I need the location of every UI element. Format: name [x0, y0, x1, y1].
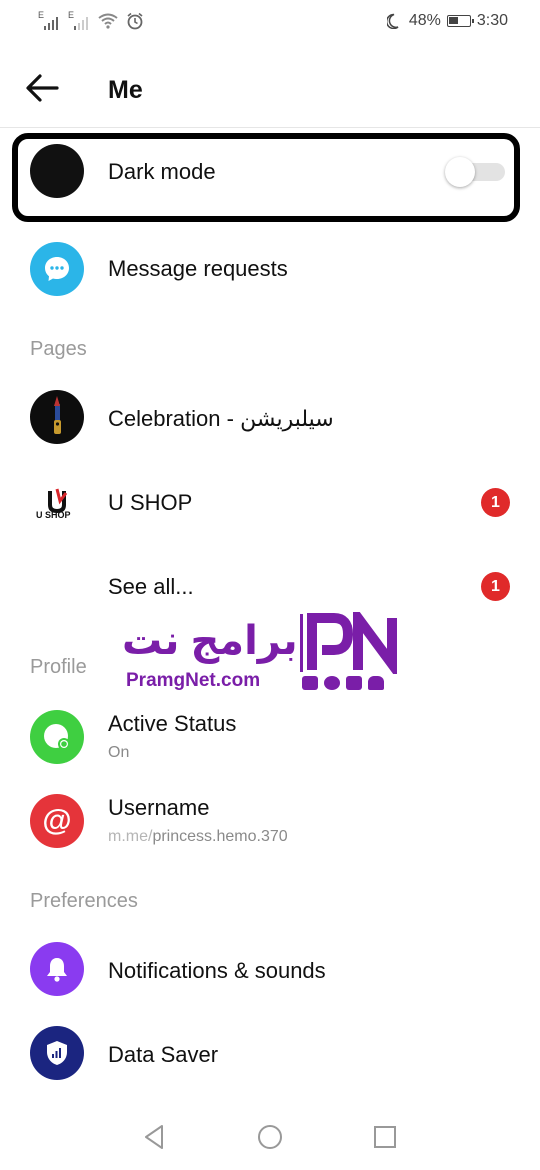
battery-icon — [446, 15, 474, 27]
gamepad-icon — [302, 676, 318, 690]
watermark-url-text: PramgNet.com — [126, 670, 261, 691]
section-header-pages: Pages — [30, 338, 87, 360]
nav-home-icon[interactable] — [255, 1122, 285, 1152]
u-shop-logo-text: U SHOP — [36, 510, 71, 520]
signal-icon: E — [68, 10, 90, 30]
message-requests-row[interactable]: Message requests — [0, 236, 540, 306]
wifi-icon — [98, 13, 118, 29]
active-status-label: Active Status — [108, 711, 237, 736]
watermark: برامج نت PramgNet.com — [122, 612, 412, 698]
see-all-row[interactable]: See all... 1 — [0, 556, 540, 616]
page-item-celebration[interactable]: Celebration - سيلبريشن — [0, 388, 540, 448]
watermark-arabic-text: برامج نت — [122, 619, 298, 663]
watermark-logo — [300, 612, 397, 674]
shield-icon — [30, 1026, 84, 1080]
dark-mode-toggle[interactable] — [445, 157, 507, 187]
system-nav-bar — [0, 1108, 540, 1170]
message-requests-label: Message requests — [108, 256, 288, 281]
username-handle: princess.hemo.370 — [152, 828, 288, 845]
chat-bubble-icon — [30, 242, 84, 296]
username-value: m.me/princess.hemo.370 — [108, 828, 288, 846]
active-status-value: On — [108, 744, 130, 761]
clock: 3:30 — [476, 12, 508, 29]
section-header-preferences: Preferences — [30, 890, 138, 912]
active-status-icon — [30, 710, 84, 764]
u-shop-logo — [30, 475, 84, 529]
signal-icon: E — [38, 10, 60, 30]
nav-back-icon[interactable] — [140, 1122, 170, 1152]
page-name: Celebration - سيلبريشن — [108, 406, 334, 431]
bell-icon — [30, 942, 84, 996]
page-item-u-shop[interactable]: U SHOP U SHOP 1 — [0, 472, 540, 532]
page-name: U SHOP — [108, 490, 193, 515]
active-status-row[interactable]: Active Status On — [0, 706, 540, 774]
moon-icon — [30, 144, 84, 198]
alarm-icon — [127, 12, 143, 30]
battery-percentage: 48% — [408, 12, 441, 29]
see-all-label: See all... — [108, 574, 194, 599]
status-bar: E E 48% 3:30 — [0, 0, 540, 44]
monitor-icon — [346, 676, 362, 690]
notification-badge: 1 — [481, 572, 510, 601]
toggle-knob — [445, 157, 475, 187]
moon-icon — [386, 13, 399, 29]
dark-mode-label: Dark mode — [108, 159, 216, 184]
page-avatar — [30, 390, 84, 444]
notifications-label: Notifications & sounds — [108, 958, 326, 983]
data-saver-label: Data Saver — [108, 1042, 219, 1067]
section-header-profile: Profile — [30, 656, 87, 678]
notification-badge: 1 — [481, 488, 510, 517]
page-title: Me — [108, 76, 143, 104]
username-label: Username — [108, 795, 210, 820]
at-sign-icon: @ — [30, 794, 84, 848]
watermark-platform-icons — [302, 676, 384, 690]
android-icon — [368, 676, 384, 690]
notifications-row[interactable]: Notifications & sounds — [0, 940, 540, 1004]
back-arrow-icon[interactable] — [22, 68, 62, 108]
nav-recents-icon[interactable] — [370, 1122, 400, 1152]
username-row[interactable]: @ Username m.me/princess.hemo.370 — [0, 790, 540, 858]
app-header: Me — [0, 50, 540, 128]
apple-icon — [324, 676, 340, 690]
data-saver-row[interactable]: Data Saver — [0, 1024, 540, 1088]
username-prefix: m.me/ — [108, 828, 153, 845]
